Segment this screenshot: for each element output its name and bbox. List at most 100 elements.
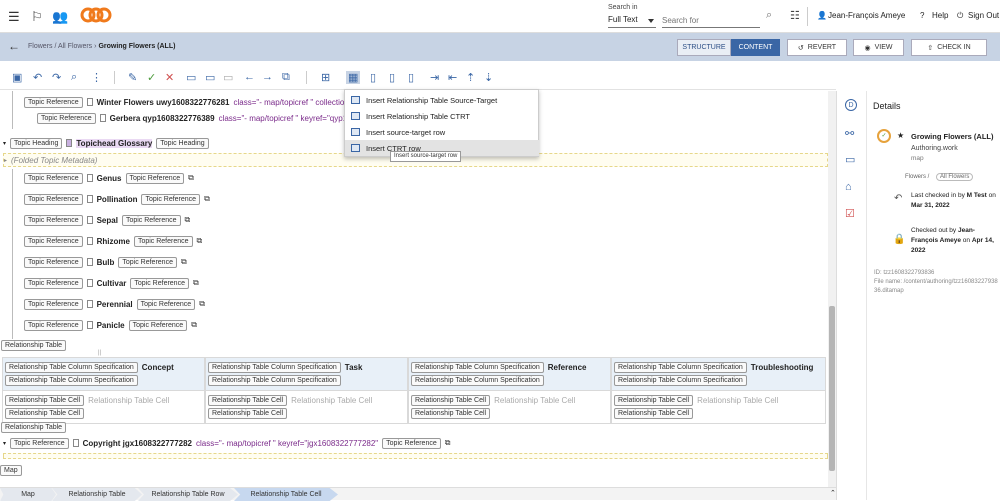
app-logo[interactable] <box>80 6 112 24</box>
spellcheck-icon[interactable]: ✎ <box>128 71 137 84</box>
content-button[interactable]: CONTENT <box>731 39 780 56</box>
tag-topic-reference[interactable]: Topic Reference <box>128 319 188 331</box>
expand-icon[interactable]: ▸ <box>4 157 7 164</box>
tag-reltable-cell[interactable]: Relationship Table Cell <box>411 407 491 419</box>
comment-delete-icon[interactable]: ▭ <box>223 71 233 84</box>
last-checked-user[interactable]: M Test <box>967 192 987 199</box>
tag-topic-reference[interactable]: Topic Reference <box>24 214 83 226</box>
insert-keydef-icon[interactable]: ▯ <box>408 71 414 84</box>
menu-item-insert-reltable-source-target[interactable]: Insert Relationship Table Source-Target <box>345 92 539 108</box>
topicref-row[interactable]: Topic Reference Perennial Topic Reference ⧉ <box>24 297 205 311</box>
chevron-up-icon[interactable]: ⌃ <box>830 489 836 497</box>
tag-reltable-cell[interactable]: Relationship Table Cell <box>5 394 85 406</box>
view-button[interactable]: ◉ VIEW <box>853 39 904 56</box>
tag-topic-reference[interactable]: Topic Reference <box>24 256 83 268</box>
accept-icon[interactable]: ✓ <box>147 71 156 84</box>
search-scope-select[interactable]: Full Text <box>608 14 656 28</box>
map-end-row[interactable]: Map <box>0 463 22 477</box>
search-input[interactable] <box>662 14 760 28</box>
tag-topic-reference[interactable]: Topic Reference <box>24 277 83 289</box>
reltable-cell[interactable]: Relationship Table Cell Relationship Tabl… <box>205 390 408 424</box>
tag-topic-heading[interactable]: Topic Heading <box>156 137 209 149</box>
open-external-icon[interactable]: ⧉ <box>199 299 205 309</box>
help-link[interactable]: Help <box>932 11 948 20</box>
relationship-table[interactable]: Relationship Table Column Specification C… <box>0 357 828 424</box>
doc-path[interactable]: Flowers / <box>905 174 929 180</box>
path-crumb-reltable[interactable]: Relationship Table <box>52 488 142 501</box>
tag-topic-reference[interactable]: Topic Reference <box>133 235 193 247</box>
open-external-icon[interactable]: ⧉ <box>191 320 197 330</box>
path-crumb-map[interactable]: Map <box>0 488 56 501</box>
path-crumb-cell[interactable]: Relationship Table Cell <box>234 488 338 501</box>
topichead-row[interactable]: ▾ Topic Heading Topichead Glossary Topic… <box>3 136 209 150</box>
tag-topic-reference[interactable]: Topic Reference <box>37 112 96 124</box>
menu-icon[interactable]: ☰ <box>8 9 20 25</box>
tag-topic-reference[interactable]: Topic Reference <box>141 193 201 205</box>
help-icon[interactable]: ? <box>920 11 924 20</box>
tag-topic-reference[interactable]: Topic Reference <box>136 298 196 310</box>
open-external-icon[interactable]: ⧉ <box>445 438 451 448</box>
reltable-cell[interactable]: Relationship Table Cell Relationship Tabl… <box>408 390 611 424</box>
editor-scrollbar[interactable] <box>828 91 836 487</box>
checkin-button[interactable]: ⇧ CHECK IN <box>911 39 987 56</box>
tags-icon[interactable]: ⌂ <box>845 181 852 193</box>
topicref-row[interactable]: Topic Reference Bulb Topic Reference ⧉ <box>24 255 187 269</box>
topicref-row-winter[interactable]: Topic Reference Winter Flowers uwy160832… <box>24 95 354 109</box>
tag-topic-reference[interactable]: Topic Reference <box>24 172 83 184</box>
revert-button[interactable]: ↺ REVERT <box>787 39 847 56</box>
star-icon[interactable]: ★ <box>897 131 904 140</box>
structure-button[interactable]: STRUCTURE <box>677 39 731 56</box>
tag-reltable-cell[interactable]: Relationship Table Cell <box>614 407 694 419</box>
copy-icon[interactable]: ⧉ <box>282 71 290 84</box>
details-icon[interactable]: D <box>845 99 857 111</box>
outdent-icon[interactable]: ⇤ <box>448 71 457 84</box>
open-external-icon[interactable]: ⧉ <box>193 278 199 288</box>
comment-edit-icon[interactable]: ▭ <box>205 71 215 84</box>
tag-topic-heading[interactable]: Topic Heading <box>10 137 63 149</box>
tag-topic-reference[interactable]: Topic Reference <box>24 298 83 310</box>
tag-topic-reference[interactable]: Topic Reference <box>24 96 83 108</box>
tag-column-spec[interactable]: Relationship Table Column Specification <box>411 374 544 386</box>
reltable-column-header[interactable]: Relationship Table Column Specification C… <box>2 357 205 391</box>
folded-metadata-collapsed[interactable] <box>3 453 828 459</box>
topicref-row[interactable]: Topic Reference Sepal Topic Reference ⧉ <box>24 213 190 227</box>
scrollbar-thumb[interactable] <box>829 306 835 471</box>
collapse-icon[interactable]: ▾ <box>3 140 6 147</box>
tag-column-spec[interactable]: Relationship Table Column Specification <box>208 361 341 373</box>
more-icon[interactable]: ⋮ <box>91 71 102 84</box>
tag-reltable-cell[interactable]: Relationship Table Cell <box>208 407 288 419</box>
open-external-icon[interactable]: ⧉ <box>185 215 191 225</box>
find-icon[interactable]: ⌕ <box>71 71 77 84</box>
review-icon[interactable]: ☑ <box>845 207 855 220</box>
menu-item-insert-source-target-row[interactable]: Insert source-target row <box>345 124 539 140</box>
insert-element-icon[interactable]: ⊞ <box>321 71 330 84</box>
filter-icon[interactable]: ☷ <box>790 9 800 22</box>
topicref-row[interactable]: Topic Reference Rhizome Topic Reference ⧉ <box>24 234 202 248</box>
drag-handle[interactable]: || <box>98 350 101 356</box>
comment-icon[interactable]: ▭ <box>186 71 196 84</box>
open-external-icon[interactable]: ⧉ <box>188 173 194 183</box>
signout-link[interactable]: Sign Out <box>968 11 999 20</box>
tag-topic-reference[interactable]: Topic Reference <box>24 235 83 247</box>
indent-icon[interactable]: ⇥ <box>430 71 439 84</box>
tag-column-spec[interactable]: Relationship Table Column Specification <box>5 374 138 386</box>
breadcrumb-path[interactable]: Flowers / All Flowers <box>28 43 92 50</box>
tag-topic-reference[interactable]: Topic Reference <box>125 172 185 184</box>
reltable-cell[interactable]: Relationship Table Cell Relationship Tabl… <box>2 390 205 424</box>
comments-icon[interactable]: ▭ <box>845 153 855 166</box>
tag-topic-reference[interactable]: Topic Reference <box>24 193 83 205</box>
move-down-icon[interactable]: ⇣ <box>484 71 493 84</box>
reltable-start-row[interactable]: Relationship Table <box>1 338 67 352</box>
reltable-column-header[interactable]: Relationship Table Column Specification R… <box>408 357 611 391</box>
tag-reltable-cell[interactable]: Relationship Table Cell <box>411 394 491 406</box>
power-icon[interactable]: ⏻ <box>957 11 963 21</box>
back-arrow-icon[interactable]: ← <box>8 39 20 53</box>
bookmark-icon[interactable]: ⚐ <box>31 9 43 25</box>
reject-icon[interactable]: ✕ <box>165 71 174 84</box>
topicref-row[interactable]: Topic Reference Genus Topic Reference ⧉ <box>24 171 194 185</box>
topicref-row[interactable]: Topic Reference Panicle Topic Reference ⧉ <box>24 318 197 332</box>
topicref-row-copyright[interactable]: ▾ Topic Reference Copyright jgx160832277… <box>3 436 450 450</box>
topicref-row[interactable]: Topic Reference Pollination Topic Referenc… <box>24 192 210 206</box>
reltable-end-row[interactable]: Relationship Table <box>1 420 67 434</box>
tag-reltable-cell[interactable]: Relationship Table Cell <box>614 394 694 406</box>
